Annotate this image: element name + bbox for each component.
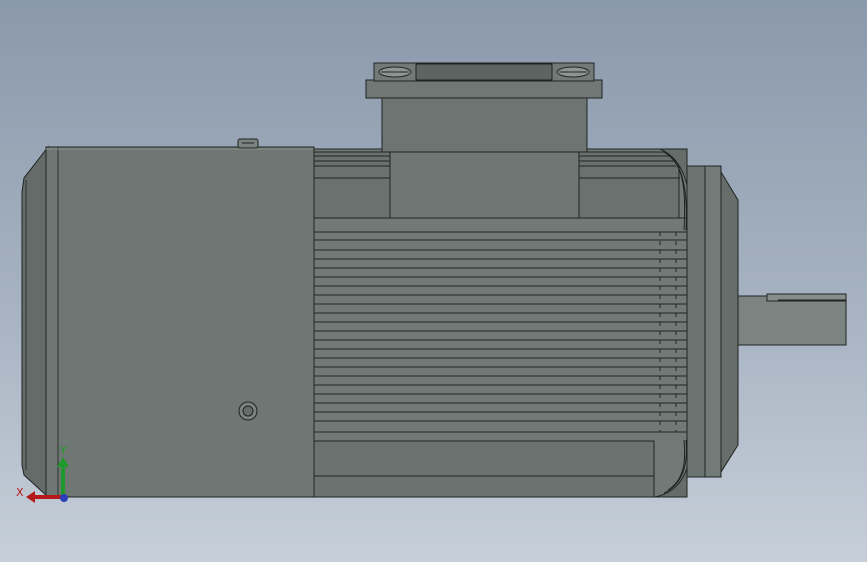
front-end-shield — [686, 165, 706, 478]
terminal-box — [381, 96, 588, 153]
fan-cover — [45, 146, 315, 498]
shaft — [737, 295, 847, 346]
motor-model[interactable]: Y X — [0, 0, 867, 562]
terminal-box-base — [389, 149, 580, 219]
y-axis-label: Y — [59, 444, 67, 457]
cad-viewport[interactable]: Y X — [0, 0, 867, 562]
x-axis-label: X — [16, 486, 24, 499]
mounting-foot — [313, 440, 655, 498]
x-axis-arrow-icon — [26, 491, 35, 503]
z-axis-dot-icon — [60, 494, 68, 502]
terminal-box-flange — [365, 79, 603, 99]
